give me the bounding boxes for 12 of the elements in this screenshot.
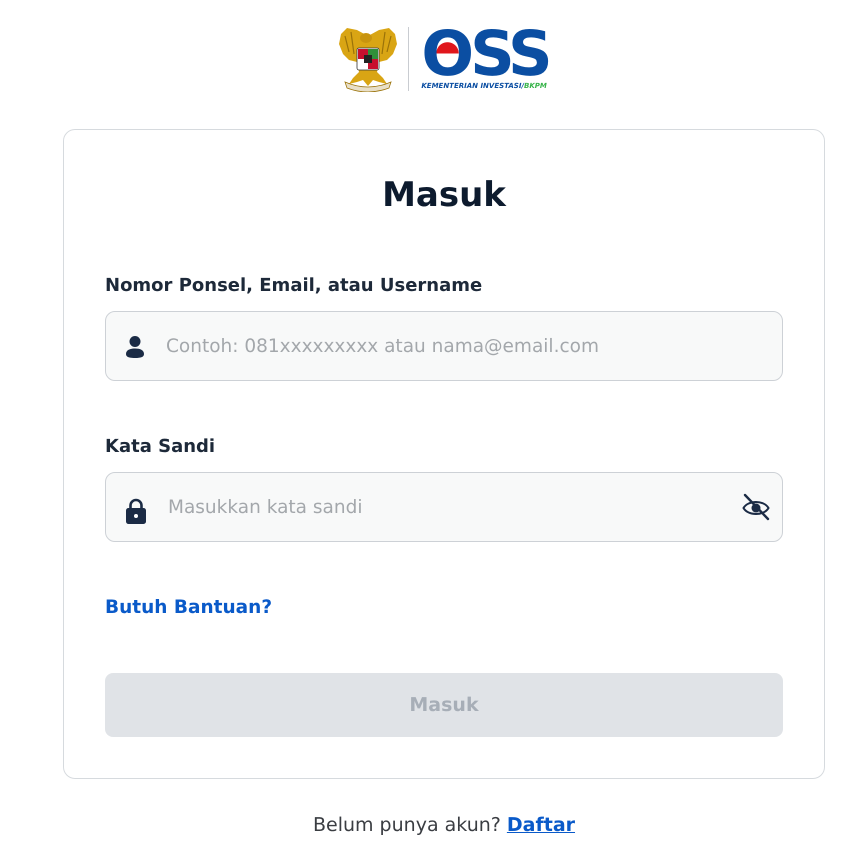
help-link[interactable]: Butuh Bantuan? — [105, 596, 272, 620]
username-field[interactable]: Contoh: 081xxxxxxxxx atau nama@email.com — [105, 311, 783, 381]
person-icon — [126, 336, 144, 358]
signup-link[interactable]: Daftar — [506, 811, 576, 839]
eagle-emblem-icon — [337, 26, 400, 92]
lock-icon — [125, 498, 147, 524]
password-field[interactable]: Masukkan kata sandi — [105, 472, 783, 542]
eye-slash-icon[interactable] — [742, 493, 770, 521]
form-title: Masuk — [381, 174, 508, 217]
signup-prompt-text: Belum punya akun? — [312, 813, 501, 838]
field-label: Kata Sandi — [105, 435, 216, 459]
field-label: Nomor Ponsel, Email, atau Username — [105, 274, 482, 298]
